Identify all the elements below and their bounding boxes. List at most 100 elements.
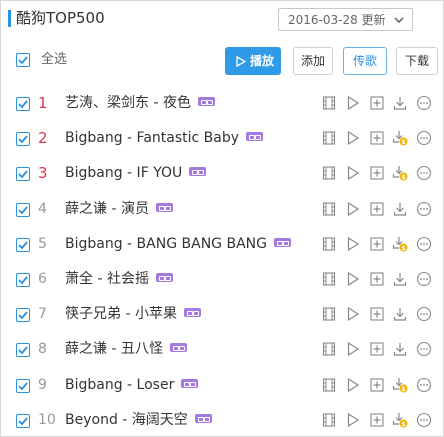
- add-icon[interactable]: [369, 95, 385, 111]
- song-title-wrap[interactable]: 薛之谦 - 丑八怪: [65, 340, 187, 358]
- song-title[interactable]: 萧全 - 社会摇: [65, 271, 149, 287]
- song-row[interactable]: 3 Bigbang - IF YOU $: [1, 156, 443, 191]
- song-title[interactable]: 筷子兄弟 - 小苹果: [65, 306, 177, 322]
- more-icon[interactable]: [416, 130, 432, 146]
- song-checkbox[interactable]: [16, 413, 30, 428]
- song-checkbox[interactable]: [16, 132, 30, 147]
- add-icon[interactable]: [369, 201, 385, 217]
- play-icon[interactable]: [345, 377, 361, 393]
- song-title-wrap[interactable]: 萧全 - 社会摇: [65, 270, 173, 288]
- play-icon[interactable]: [345, 341, 361, 357]
- song-title[interactable]: Bigbang - IF YOU: [65, 165, 182, 181]
- download-icon[interactable]: [392, 201, 408, 217]
- add-icon[interactable]: [369, 412, 385, 428]
- song-checkbox[interactable]: [16, 378, 30, 393]
- mv-icon[interactable]: [321, 271, 337, 287]
- select-all-checkbox[interactable]: [16, 53, 30, 67]
- mv-icon[interactable]: [321, 236, 337, 252]
- song-title[interactable]: Bigbang - Loser: [65, 377, 174, 393]
- song-checkbox[interactable]: [16, 97, 30, 111]
- more-icon[interactable]: [416, 95, 432, 111]
- song-checkbox[interactable]: [16, 273, 30, 287]
- download-icon[interactable]: $: [392, 165, 408, 181]
- download-icon[interactable]: [392, 95, 408, 111]
- more-icon[interactable]: [416, 165, 432, 181]
- add-button[interactable]: 添加: [293, 47, 333, 75]
- more-icon[interactable]: [416, 377, 432, 393]
- song-row[interactable]: 9 Bigbang - Loser $: [1, 368, 443, 403]
- download-button[interactable]: 下载: [396, 47, 438, 75]
- download-icon[interactable]: [392, 306, 408, 322]
- mv-icon[interactable]: [321, 377, 337, 393]
- song-title[interactable]: Beyond - 海阔天空: [65, 412, 188, 428]
- download-icon[interactable]: $: [392, 130, 408, 146]
- add-icon[interactable]: [369, 341, 385, 357]
- mv-icon[interactable]: [321, 95, 337, 111]
- song-rank: 10: [38, 411, 56, 428]
- mv-icon[interactable]: [321, 130, 337, 146]
- add-icon[interactable]: [369, 271, 385, 287]
- row-actions: $: [321, 130, 433, 146]
- song-row[interactable]: 6 萧全 - 社会摇: [1, 262, 443, 297]
- song-title[interactable]: Bigbang - BANG BANG BANG: [65, 236, 267, 252]
- mv-icon[interactable]: [321, 306, 337, 322]
- play-icon[interactable]: [345, 95, 361, 111]
- date-dropdown-value: 2016-03-28 更新: [288, 13, 386, 27]
- play-icon[interactable]: [345, 271, 361, 287]
- add-icon[interactable]: [369, 236, 385, 252]
- more-icon[interactable]: [416, 341, 432, 357]
- add-icon[interactable]: [369, 165, 385, 181]
- song-title[interactable]: 艺涛、梁剑东 - 夜色: [65, 95, 191, 111]
- song-row[interactable]: 5 Bigbang - BANG BANG BANG $: [1, 227, 443, 262]
- song-title-wrap[interactable]: Bigbang - Fantastic Baby: [65, 129, 264, 147]
- play-icon[interactable]: [345, 201, 361, 217]
- more-icon[interactable]: [416, 412, 432, 428]
- more-icon[interactable]: [416, 201, 432, 217]
- song-row[interactable]: 10 Beyond - 海阔天空 $: [1, 403, 443, 437]
- song-title-wrap[interactable]: Beyond - 海阔天空: [65, 411, 212, 429]
- more-icon[interactable]: [416, 271, 432, 287]
- download-icon[interactable]: [392, 341, 408, 357]
- play-icon[interactable]: [345, 306, 361, 322]
- add-icon[interactable]: [369, 377, 385, 393]
- song-row[interactable]: 7 筷子兄弟 - 小苹果: [1, 297, 443, 332]
- download-icon[interactable]: [392, 271, 408, 287]
- song-title-wrap[interactable]: Bigbang - BANG BANG BANG: [65, 235, 291, 253]
- chevron-down-icon: [392, 12, 406, 26]
- mv-icon[interactable]: [321, 201, 337, 217]
- add-icon[interactable]: [369, 306, 385, 322]
- song-checkbox[interactable]: [16, 167, 30, 182]
- song-title[interactable]: 薛之谦 - 丑八怪: [65, 341, 163, 357]
- song-row[interactable]: 4 薛之谦 - 演员: [1, 192, 443, 227]
- more-icon[interactable]: [416, 236, 432, 252]
- song-title-wrap[interactable]: 筷子兄弟 - 小苹果: [65, 305, 201, 323]
- mv-icon[interactable]: [321, 341, 337, 357]
- play-button[interactable]: 播放: [225, 47, 281, 75]
- song-checkbox[interactable]: [16, 202, 30, 217]
- song-title[interactable]: Bigbang - Fantastic Baby: [65, 130, 239, 146]
- add-icon[interactable]: [369, 130, 385, 146]
- song-row[interactable]: 1 艺涛、梁剑东 - 夜色: [1, 86, 443, 121]
- song-title[interactable]: 薛之谦 - 演员: [65, 201, 149, 217]
- play-icon[interactable]: [345, 236, 361, 252]
- more-icon[interactable]: [416, 306, 432, 322]
- song-checkbox[interactable]: [16, 237, 30, 252]
- download-icon[interactable]: $: [392, 236, 408, 252]
- date-dropdown[interactable]: 2016-03-28 更新: [278, 8, 413, 31]
- share-button[interactable]: 传歌: [343, 47, 387, 75]
- song-title-wrap[interactable]: Bigbang - Loser: [65, 376, 199, 394]
- song-checkbox[interactable]: [16, 308, 30, 323]
- play-icon[interactable]: [345, 130, 361, 146]
- song-title-wrap[interactable]: Bigbang - IF YOU: [65, 164, 207, 182]
- song-checkbox[interactable]: [16, 343, 30, 358]
- play-icon[interactable]: [345, 412, 361, 428]
- download-icon[interactable]: $: [392, 377, 408, 393]
- song-title-wrap[interactable]: 艺涛、梁剑东 - 夜色: [65, 94, 215, 112]
- song-title-wrap[interactable]: 薛之谦 - 演员: [65, 200, 173, 218]
- mv-icon[interactable]: [321, 165, 337, 181]
- song-row[interactable]: 8 薛之谦 - 丑八怪: [1, 332, 443, 367]
- mv-icon[interactable]: [321, 412, 337, 428]
- play-icon[interactable]: [345, 165, 361, 181]
- song-row[interactable]: 2 Bigbang - Fantastic Baby $: [1, 121, 443, 156]
- download-icon[interactable]: $: [392, 412, 408, 428]
